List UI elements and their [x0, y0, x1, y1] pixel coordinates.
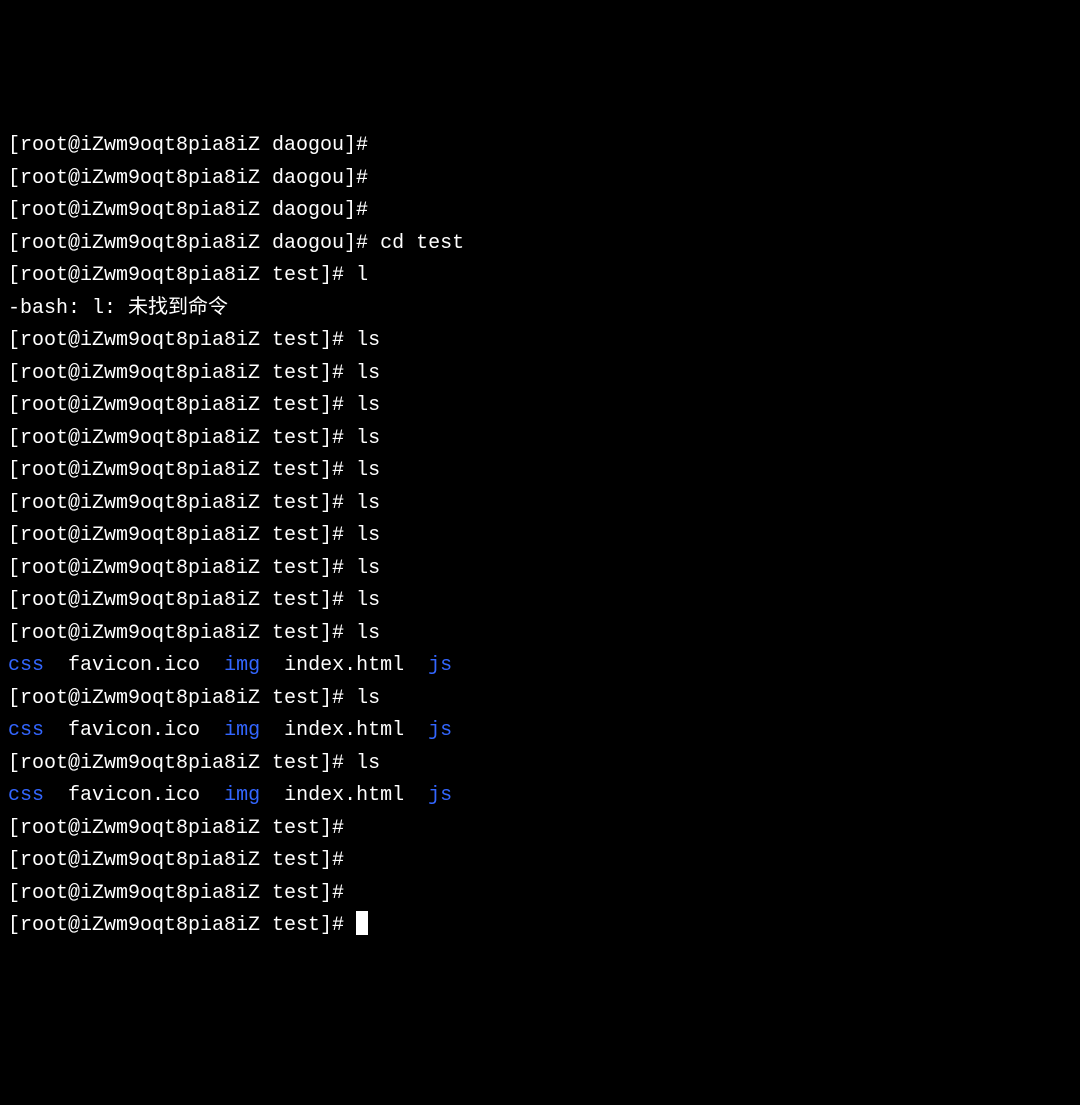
- shell-prompt: [root@iZwm9oqt8pia8iZ test]#: [8, 492, 356, 515]
- file-entry: favicon.ico: [68, 654, 200, 677]
- shell-prompt: [root@iZwm9oqt8pia8iZ daogou]#: [8, 199, 380, 222]
- directory-entry: css: [8, 719, 44, 742]
- prompt-line: [root@iZwm9oqt8pia8iZ test]# ls: [8, 553, 1080, 586]
- command-text: ls: [356, 622, 380, 645]
- shell-prompt: [root@iZwm9oqt8pia8iZ test]#: [8, 914, 356, 937]
- prompt-line: [root@iZwm9oqt8pia8iZ test]# ls: [8, 618, 1080, 651]
- shell-prompt: [root@iZwm9oqt8pia8iZ test]#: [8, 752, 356, 775]
- prompt-line: [root@iZwm9oqt8pia8iZ test]#: [8, 878, 1080, 911]
- shell-prompt: [root@iZwm9oqt8pia8iZ test]#: [8, 524, 356, 547]
- shell-prompt: [root@iZwm9oqt8pia8iZ test]#: [8, 817, 356, 840]
- shell-prompt: [root@iZwm9oqt8pia8iZ daogou]#: [8, 167, 380, 190]
- command-text: ls: [356, 524, 380, 547]
- directory-entry: img: [224, 654, 260, 677]
- ls-output-line: css favicon.ico img index.html js: [8, 650, 1080, 683]
- prompt-line: [root@iZwm9oqt8pia8iZ test]#: [8, 845, 1080, 878]
- prompt-line: [root@iZwm9oqt8pia8iZ daogou]#: [8, 195, 1080, 228]
- prompt-line: [root@iZwm9oqt8pia8iZ daogou]# cd test: [8, 228, 1080, 261]
- directory-entry: js: [428, 719, 452, 742]
- prompt-line: [root@iZwm9oqt8pia8iZ test]#: [8, 910, 1080, 943]
- shell-prompt: [root@iZwm9oqt8pia8iZ test]#: [8, 687, 356, 710]
- command-text: ls: [356, 394, 380, 417]
- prompt-line: [root@iZwm9oqt8pia8iZ test]# ls: [8, 585, 1080, 618]
- prompt-line: [root@iZwm9oqt8pia8iZ daogou]#: [8, 130, 1080, 163]
- directory-entry: css: [8, 784, 44, 807]
- command-text: ls: [356, 492, 380, 515]
- prompt-line: [root@iZwm9oqt8pia8iZ test]# ls: [8, 520, 1080, 553]
- shell-prompt: [root@iZwm9oqt8pia8iZ test]#: [8, 557, 356, 580]
- shell-prompt: [root@iZwm9oqt8pia8iZ test]#: [8, 459, 356, 482]
- directory-entry: img: [224, 719, 260, 742]
- command-text: ls: [356, 589, 380, 612]
- prompt-line: [root@iZwm9oqt8pia8iZ test]# ls: [8, 358, 1080, 391]
- shell-prompt: [root@iZwm9oqt8pia8iZ test]#: [8, 329, 356, 352]
- prompt-line: [root@iZwm9oqt8pia8iZ daogou]#: [8, 163, 1080, 196]
- command-text: ls: [356, 752, 380, 775]
- shell-prompt: [root@iZwm9oqt8pia8iZ test]#: [8, 882, 356, 905]
- ls-output-line: css favicon.ico img index.html js: [8, 715, 1080, 748]
- directory-entry: img: [224, 784, 260, 807]
- shell-prompt: [root@iZwm9oqt8pia8iZ test]#: [8, 849, 356, 872]
- directory-entry: css: [8, 654, 44, 677]
- file-entry: index.html: [284, 784, 404, 807]
- directory-entry: js: [428, 654, 452, 677]
- cursor: [356, 911, 368, 935]
- ls-output-line: css favicon.ico img index.html js: [8, 780, 1080, 813]
- file-entry: index.html: [284, 654, 404, 677]
- terminal-output[interactable]: [root@iZwm9oqt8pia8iZ daogou]# [root@iZw…: [0, 130, 1080, 943]
- shell-prompt: [root@iZwm9oqt8pia8iZ test]#: [8, 622, 356, 645]
- prompt-line: [root@iZwm9oqt8pia8iZ test]# ls: [8, 488, 1080, 521]
- command-text: cd test: [380, 232, 464, 255]
- command-text: ls: [356, 427, 380, 450]
- prompt-line: [root@iZwm9oqt8pia8iZ test]# l: [8, 260, 1080, 293]
- command-text: ls: [356, 687, 380, 710]
- file-entry: favicon.ico: [68, 719, 200, 742]
- file-entry: index.html: [284, 719, 404, 742]
- prompt-line: [root@iZwm9oqt8pia8iZ test]# ls: [8, 325, 1080, 358]
- command-text: ls: [356, 459, 380, 482]
- shell-prompt: [root@iZwm9oqt8pia8iZ test]#: [8, 589, 356, 612]
- shell-prompt: [root@iZwm9oqt8pia8iZ daogou]#: [8, 232, 380, 255]
- prompt-line: [root@iZwm9oqt8pia8iZ test]# ls: [8, 423, 1080, 456]
- prompt-line: [root@iZwm9oqt8pia8iZ test]#: [8, 813, 1080, 846]
- command-text: ls: [356, 557, 380, 580]
- command-text: ls: [356, 329, 380, 352]
- file-entry: favicon.ico: [68, 784, 200, 807]
- shell-prompt: [root@iZwm9oqt8pia8iZ test]#: [8, 427, 356, 450]
- prompt-line: [root@iZwm9oqt8pia8iZ test]# ls: [8, 390, 1080, 423]
- directory-entry: js: [428, 784, 452, 807]
- command-text: ls: [356, 362, 380, 385]
- shell-prompt: [root@iZwm9oqt8pia8iZ test]#: [8, 362, 356, 385]
- shell-prompt: [root@iZwm9oqt8pia8iZ test]#: [8, 264, 356, 287]
- shell-prompt: [root@iZwm9oqt8pia8iZ test]#: [8, 394, 356, 417]
- command-text: l: [356, 264, 368, 287]
- prompt-line: [root@iZwm9oqt8pia8iZ test]# ls: [8, 748, 1080, 781]
- prompt-line: [root@iZwm9oqt8pia8iZ test]# ls: [8, 683, 1080, 716]
- prompt-line: [root@iZwm9oqt8pia8iZ test]# ls: [8, 455, 1080, 488]
- shell-prompt: [root@iZwm9oqt8pia8iZ daogou]#: [8, 134, 380, 157]
- error-line: -bash: l: 未找到命令: [8, 293, 1080, 326]
